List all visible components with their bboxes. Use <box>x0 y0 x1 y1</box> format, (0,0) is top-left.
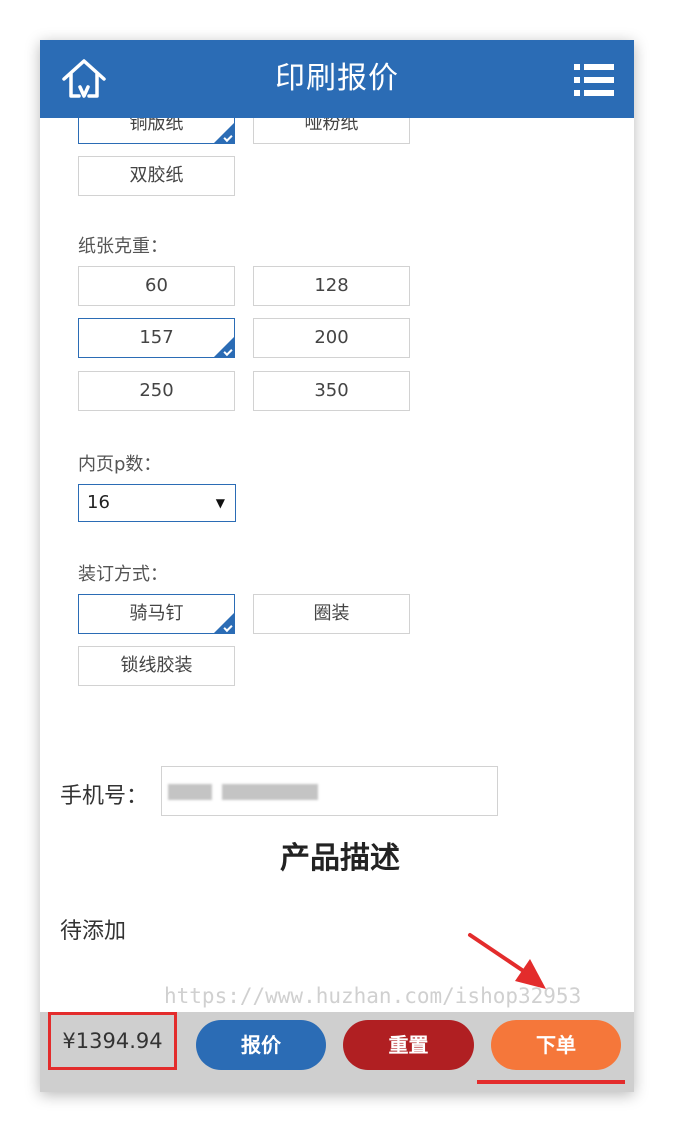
quote-form: 铜版纸 哑粉纸 双胶纸 纸张克重： 60 128 157 200 250 350… <box>40 118 634 1012</box>
menu-button[interactable] <box>570 60 618 100</box>
phone-input[interactable] <box>161 766 498 816</box>
weight-option-157[interactable]: 157 <box>78 318 235 358</box>
reset-button[interactable]: 重置 <box>343 1020 474 1070</box>
check-icon <box>223 346 233 357</box>
phone-label: 手机号： <box>60 784 149 809</box>
paper-weight-label: 纸张克重： <box>78 236 168 257</box>
quote-button[interactable]: 报价 <box>196 1020 326 1070</box>
weight-option-128[interactable]: 128 <box>253 266 410 306</box>
order-button[interactable]: 下单 <box>491 1020 621 1070</box>
paper-option-offset[interactable]: 双胶纸 <box>78 156 235 196</box>
inner-pages-label: 内页p数： <box>78 454 162 475</box>
paper-option-matte[interactable]: 哑粉纸 <box>253 118 410 144</box>
weight-option-350[interactable]: 350 <box>253 371 410 411</box>
binding-option-saddle-stitch[interactable]: 骑马钉 <box>78 594 235 634</box>
binding-label: 装订方式： <box>78 564 168 585</box>
order-underline <box>477 1080 625 1084</box>
weight-option-60[interactable]: 60 <box>78 266 235 306</box>
weight-option-250[interactable]: 250 <box>78 371 235 411</box>
redacted-number <box>168 784 212 800</box>
caret-down-icon: ▼ <box>215 496 225 510</box>
description-title: 产品描述 <box>280 841 400 876</box>
redacted-number <box>222 784 318 800</box>
weight-option-200[interactable]: 200 <box>253 318 410 358</box>
binding-option-thread-glue[interactable]: 锁线胶装 <box>78 646 235 686</box>
menu-icon <box>574 64 614 96</box>
check-icon <box>223 622 233 633</box>
total-price: ¥1394.94 <box>48 1012 177 1070</box>
binding-option-ring[interactable]: 圈装 <box>253 594 410 634</box>
arrow-annotation-icon <box>468 933 546 989</box>
paper-option-coated[interactable]: 铜版纸 <box>78 118 235 144</box>
header-bar: 印刷报价 <box>40 40 634 118</box>
bottom-action-bar: ¥1394.94 报价 重置 下单 <box>40 1012 634 1092</box>
inner-pages-select[interactable]: 16 ▼ <box>78 484 236 522</box>
check-icon <box>223 132 233 143</box>
page-title: 印刷报价 <box>275 61 399 96</box>
description-body: 待添加 <box>60 919 127 944</box>
